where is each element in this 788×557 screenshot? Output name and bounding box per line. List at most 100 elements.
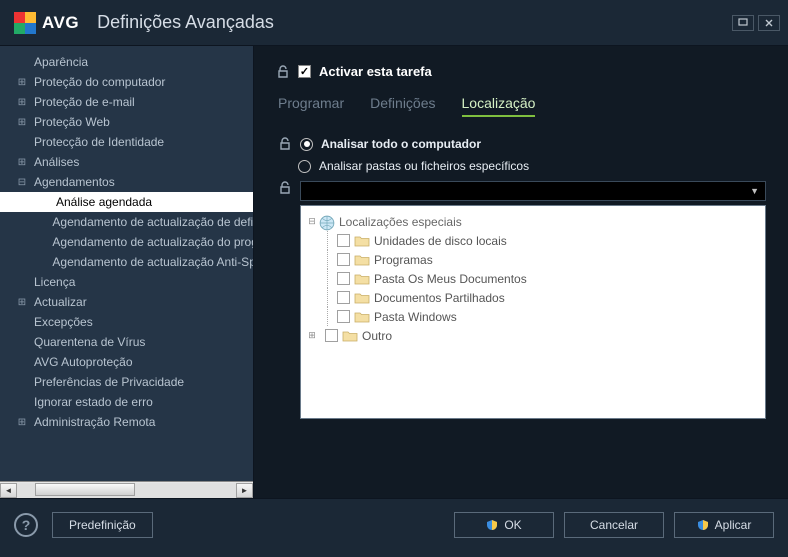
sidebar-item-label: Licença xyxy=(34,275,75,289)
tab[interactable]: Definições xyxy=(370,95,435,117)
sidebar-item-label: Agendamentos xyxy=(34,175,115,189)
ok-button[interactable]: OK xyxy=(454,512,554,538)
sidebar-item-label: Ignorar estado de erro xyxy=(34,395,153,409)
location-label: Pasta Windows xyxy=(374,310,457,324)
location-checkbox[interactable] xyxy=(337,253,350,266)
radio-whole-computer[interactable] xyxy=(300,138,313,151)
title-bar: AVG Definições Avançadas xyxy=(0,0,788,46)
sidebar-item-label: Quarentena de Vírus xyxy=(34,335,145,349)
sidebar: ⊞Aparência⊞Proteção do computador⊞Proteç… xyxy=(0,46,254,498)
location-root[interactable]: ⊟ Localizações especiais xyxy=(305,212,761,231)
sidebar-item-label: Excepções xyxy=(34,315,93,329)
sidebar-item[interactable]: ⊞ Actualizar xyxy=(0,292,253,312)
location-item[interactable]: Unidades de disco locais xyxy=(305,231,761,250)
sidebar-item[interactable]: ⊞AVG Autoproteção xyxy=(0,352,253,372)
location-item[interactable]: Documentos Partilhados xyxy=(305,288,761,307)
scroll-left-arrow[interactable]: ◄ xyxy=(0,483,17,498)
tree-line xyxy=(319,269,337,288)
tabs: Programar Definições Localização xyxy=(276,95,766,117)
tree-line xyxy=(319,288,337,307)
activate-checkbox[interactable]: ✓ xyxy=(298,65,311,78)
tree-line xyxy=(319,231,337,250)
sidebar-item[interactable]: ⊞Protecção de Identidade xyxy=(0,132,253,152)
help-button[interactable]: ? xyxy=(14,513,38,537)
sidebar-item-label: Aparência xyxy=(34,55,88,69)
expand-icon[interactable]: ⊞ xyxy=(16,116,28,128)
window-title: Definições Avançadas xyxy=(97,12,274,33)
sidebar-item[interactable]: ⊞Ignorar estado de erro xyxy=(0,392,253,412)
location-label: Outro xyxy=(362,329,392,343)
location-checkbox[interactable] xyxy=(337,291,350,304)
sidebar-item-label: Proteção Web xyxy=(34,115,110,129)
avg-logo-icon xyxy=(14,12,36,34)
sidebar-item[interactable]: ⊞Agendamento de actualização de definiçõ… xyxy=(0,212,253,232)
folder-icon xyxy=(354,253,370,267)
scroll-thumb[interactable] xyxy=(35,483,135,496)
sidebar-item[interactable]: ⊞Análise agendada xyxy=(0,192,253,212)
sidebar-item-label: AVG Autoproteção xyxy=(34,355,133,369)
expand-icon[interactable]: ⊞ xyxy=(16,76,28,88)
sidebar-item[interactable]: ⊞ Proteção Web xyxy=(0,112,253,132)
sidebar-item[interactable]: ⊞Administração Remota xyxy=(0,412,253,432)
globe-icon xyxy=(319,215,335,229)
sidebar-item-label: Análises xyxy=(34,155,79,169)
lock-icon xyxy=(278,181,292,195)
cancel-button-label: Cancelar xyxy=(590,518,638,532)
apply-button[interactable]: Aplicar xyxy=(674,512,774,538)
sidebar-item[interactable]: ⊞Quarentena de Vírus xyxy=(0,332,253,352)
sidebar-item-label: Agendamento de actualização de definiçõe… xyxy=(52,215,253,229)
location-label: Unidades de disco locais xyxy=(374,234,507,248)
sidebar-item-label: Actualizar xyxy=(34,295,87,309)
location-item[interactable]: Programas xyxy=(305,250,761,269)
cancel-button[interactable]: Cancelar xyxy=(564,512,664,538)
footer: ? Predefinição OK Cancelar Aplicar xyxy=(0,498,788,550)
location-checkbox[interactable] xyxy=(337,310,350,323)
location-checkbox[interactable] xyxy=(337,272,350,285)
collapse-icon[interactable]: ⊟ xyxy=(305,216,319,227)
sidebar-item[interactable]: ⊞Licença xyxy=(0,272,253,292)
radio-specific-folders[interactable] xyxy=(298,160,311,173)
preset-button-label: Predefinição xyxy=(69,518,136,532)
shield-icon xyxy=(486,519,498,531)
location-other[interactable]: ⊞ Outro xyxy=(305,326,761,345)
folder-icon xyxy=(354,234,370,248)
sidebar-item-label: Proteção do computador xyxy=(34,75,165,89)
sidebar-item[interactable]: ⊞Agendamento de actualização Anti-Spam xyxy=(0,252,253,272)
lock-icon xyxy=(276,65,290,79)
location-label: Pasta Os Meus Documentos xyxy=(374,272,527,286)
close-button[interactable] xyxy=(758,15,780,31)
location-checkbox[interactable] xyxy=(325,329,338,342)
location-checkbox[interactable] xyxy=(337,234,350,247)
expand-icon[interactable]: ⊞ xyxy=(16,96,28,108)
preset-button[interactable]: Predefinição xyxy=(52,512,153,538)
expand-icon[interactable]: ⊞ xyxy=(16,156,28,168)
sidebar-item[interactable]: ⊞Proteção de e-mail xyxy=(0,92,253,112)
sidebar-hscroll[interactable]: ◄ ► xyxy=(0,481,253,498)
expand-icon[interactable]: ⊞ xyxy=(16,416,28,428)
path-combo[interactable]: ▼ xyxy=(300,181,766,201)
location-root-label: Localizações especiais xyxy=(339,215,462,229)
scroll-right-arrow[interactable]: ► xyxy=(236,483,253,498)
tab[interactable]: Programar xyxy=(278,95,344,117)
collapse-icon[interactable]: ⊟ xyxy=(16,176,28,188)
activate-label: Activar esta tarefa xyxy=(319,64,432,79)
sidebar-item[interactable]: ⊟ Agendamentos xyxy=(0,172,253,192)
scroll-track[interactable] xyxy=(17,483,236,498)
sidebar-item[interactable]: ⊞ Análises xyxy=(0,152,253,172)
location-label: Programas xyxy=(374,253,433,267)
sidebar-item[interactable]: ⊞ Proteção do computador xyxy=(0,72,253,92)
sidebar-item[interactable]: ⊞Preferências de Privacidade xyxy=(0,372,253,392)
tab[interactable]: Localização xyxy=(462,95,536,117)
minimize-button[interactable] xyxy=(732,15,754,31)
sidebar-item[interactable]: ⊞Excepções xyxy=(0,312,253,332)
logo-text: AVG xyxy=(42,13,79,33)
location-item[interactable]: Pasta Os Meus Documentos xyxy=(305,269,761,288)
sidebar-item[interactable]: ⊞Agendamento de actualização do programa xyxy=(0,232,253,252)
content-panel: ✓ Activar esta tarefa Programar Definiçõe… xyxy=(254,46,788,498)
expand-icon[interactable]: ⊞ xyxy=(16,296,28,308)
locations-panel: ⊟ Localizações especiais Unidades de disco… xyxy=(300,205,766,419)
sidebar-item[interactable]: ⊞Aparência xyxy=(0,52,253,72)
location-item[interactable]: Pasta Windows xyxy=(305,307,761,326)
expand-icon[interactable]: ⊞ xyxy=(305,330,319,341)
folder-icon xyxy=(342,329,358,343)
